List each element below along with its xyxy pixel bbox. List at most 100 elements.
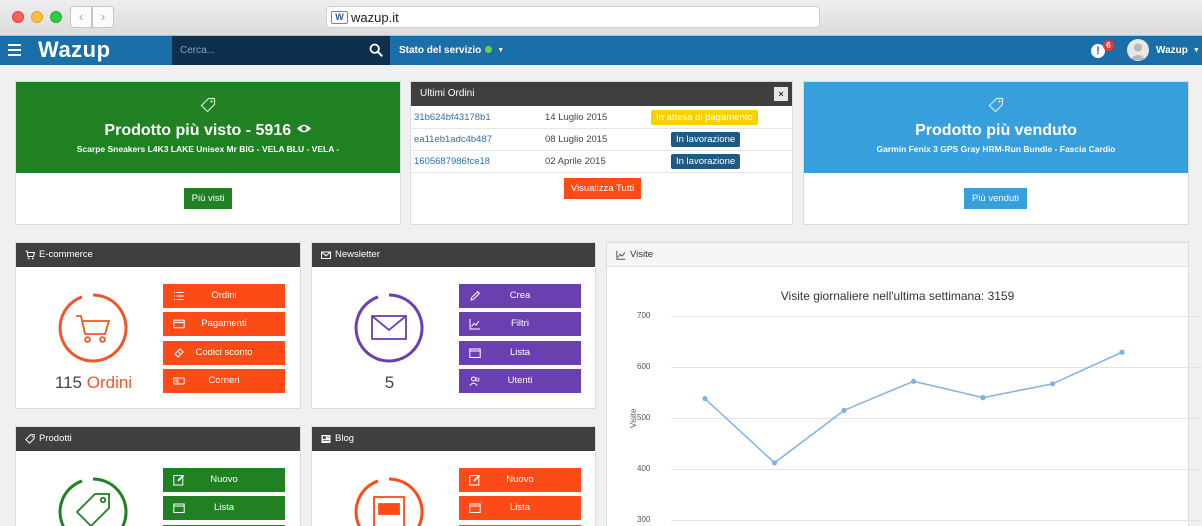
- maximize-window-button[interactable]: [50, 11, 62, 23]
- search-box: [172, 36, 390, 65]
- chart-line-icon: [469, 319, 480, 330]
- newsletter-count: 5: [384, 373, 395, 392]
- notification-count-badge: 6: [1103, 40, 1114, 51]
- most-viewed-card: Prodotto più visto - 5916 Scarpe Sneaker…: [15, 81, 401, 225]
- best-sellers-button[interactable]: Più venduti: [964, 188, 1027, 209]
- new-product-button-label: Nuovo: [210, 474, 238, 485]
- visits-line-chart: [702, 349, 1125, 466]
- data-point[interactable]: [910, 378, 917, 384]
- forward-button[interactable]: ›: [92, 6, 114, 28]
- app-logo[interactable]: Wazup: [38, 37, 111, 63]
- dashboard: Prodotto più visto - 5916 Scarpe Sneaker…: [0, 65, 1202, 526]
- ecommerce-panel: E-commerce 115 Ordini Ordini Pagamenti C…: [15, 242, 301, 409]
- data-point[interactable]: [1119, 349, 1125, 355]
- couriers-button-label: Corrieri: [208, 375, 240, 386]
- list-button-label: Lista: [509, 347, 531, 358]
- status-ok-icon: [485, 46, 493, 53]
- price-tag-icon: [75, 493, 110, 526]
- filters-button[interactable]: Filtri: [459, 312, 581, 336]
- best-seller-card: Prodotto più venduto Garmin Fenix 3 GPS …: [803, 81, 1189, 225]
- data-point[interactable]: [771, 460, 778, 466]
- latest-orders-card: Ultimi Ordini × 31b624bf43178b1 14 Lugli…: [410, 81, 793, 225]
- newsletter-ring: [354, 293, 424, 363]
- user-menu[interactable]: Wazup ▼: [1156, 45, 1200, 56]
- new-post-button[interactable]: Nuovo: [459, 468, 581, 492]
- create-button[interactable]: Crea: [459, 284, 581, 308]
- avatar[interactable]: [1127, 39, 1149, 61]
- table-row: 1605687986fce18 02 Aprile 2015 In lavora…: [411, 151, 792, 173]
- caret-down-icon: ▼: [1192, 47, 1200, 54]
- order-date: 02 Aprile 2015: [545, 156, 606, 167]
- posts-list-button-label: Lista: [509, 502, 531, 513]
- blog-panel: Blog Nuovo Lista: [311, 426, 596, 526]
- newsletter-header: Newsletter: [312, 243, 595, 267]
- data-point[interactable]: [702, 396, 708, 402]
- close-icon[interactable]: ×: [774, 87, 788, 101]
- orders-count: 115 Ordini: [36, 373, 151, 393]
- caret-down-icon: ▼: [497, 47, 505, 54]
- folder-icon: [173, 503, 185, 513]
- discount-codes-button-label: Codici sconto: [195, 347, 253, 358]
- orders-count-unit: Ordini: [86, 373, 133, 392]
- order-id-link[interactable]: ea11eb1adc4b487: [414, 134, 492, 145]
- status-badge: In attesa di pagamento: [651, 110, 758, 125]
- latest-orders-title: Ultimi Ordini: [420, 88, 475, 99]
- back-button[interactable]: ‹: [70, 6, 92, 28]
- data-point[interactable]: [841, 407, 847, 413]
- blog-header: Blog: [312, 427, 595, 451]
- orders-ring: [58, 293, 128, 363]
- newspaper-icon: [321, 435, 331, 443]
- users-button-label: Utenti: [507, 375, 533, 386]
- data-point[interactable]: [980, 395, 986, 401]
- shopping-cart-icon: [76, 315, 111, 343]
- edit-icon: [469, 474, 481, 486]
- products-panel: Prodotti Nuovo Lista: [15, 426, 301, 526]
- tag-icon: [988, 97, 1004, 113]
- couriers-button[interactable]: Corrieri: [163, 369, 285, 393]
- list-button[interactable]: Lista: [459, 341, 581, 365]
- posts-list-button[interactable]: Lista: [459, 496, 581, 520]
- orders-button[interactable]: Ordini: [163, 284, 285, 308]
- browser-chrome: ‹ › W wazup.it: [0, 0, 1202, 36]
- view-all-orders-button[interactable]: Visualizza Tutti: [564, 178, 641, 199]
- payments-button[interactable]: Pagamenti: [163, 312, 285, 336]
- search-input[interactable]: [180, 42, 360, 59]
- products-header: Prodotti: [16, 427, 300, 451]
- users-button[interactable]: Utenti: [459, 369, 581, 393]
- blog-title: Blog: [335, 433, 355, 444]
- orders-count-value: 115: [54, 373, 82, 392]
- orders-button-label: Ordini: [211, 290, 237, 301]
- close-window-button[interactable]: [12, 11, 24, 23]
- minimize-window-button[interactable]: [31, 11, 43, 23]
- most-viewed-banner: Prodotto più visto - 5916 Scarpe Sneaker…: [16, 82, 400, 173]
- table-row: 31b624bf43178b1 14 Luglio 2015 In attesa…: [411, 107, 792, 129]
- best-seller-title: Prodotto più venduto: [915, 122, 1077, 139]
- site-favicon-icon: W: [331, 11, 348, 24]
- payments-button-label: Pagamenti: [201, 318, 247, 329]
- new-product-button[interactable]: Nuovo: [163, 468, 285, 492]
- ecommerce-title: E-commerce: [39, 249, 93, 260]
- address-bar[interactable]: W wazup.it: [326, 6, 820, 28]
- menu-icon[interactable]: [8, 44, 21, 56]
- status-badge: In lavorazione: [671, 154, 741, 169]
- best-seller-banner: Prodotto più venduto Garmin Fenix 3 GPS …: [804, 82, 1188, 173]
- tag-icon: [25, 434, 35, 444]
- user-avatar-icon: [1130, 43, 1146, 60]
- data-point[interactable]: [1049, 381, 1056, 387]
- order-id-link[interactable]: 1605687986fce18: [414, 156, 490, 167]
- envelope-icon: [321, 251, 331, 259]
- edit-icon: [173, 474, 185, 486]
- most-viewed-button[interactable]: Più visti: [184, 188, 232, 209]
- discount-codes-button[interactable]: Codici sconto: [163, 341, 285, 365]
- products-list-button[interactable]: Lista: [163, 496, 285, 520]
- series-line: [704, 351, 1123, 464]
- chevron-right-icon: ›: [100, 9, 106, 24]
- order-id-link[interactable]: 31b624bf43178b1: [414, 112, 491, 123]
- filters-button-label: Filtri: [511, 318, 529, 329]
- username-label: Wazup: [1156, 45, 1188, 56]
- service-status-dropdown[interactable]: Stato del servizio ▼: [399, 45, 504, 56]
- url-text: wazup.it: [351, 10, 399, 25]
- newsletter-panel: Newsletter 5 Crea Filtri Lista Utenti: [311, 242, 596, 409]
- tag-icon: [200, 97, 216, 113]
- search-icon[interactable]: [369, 43, 383, 57]
